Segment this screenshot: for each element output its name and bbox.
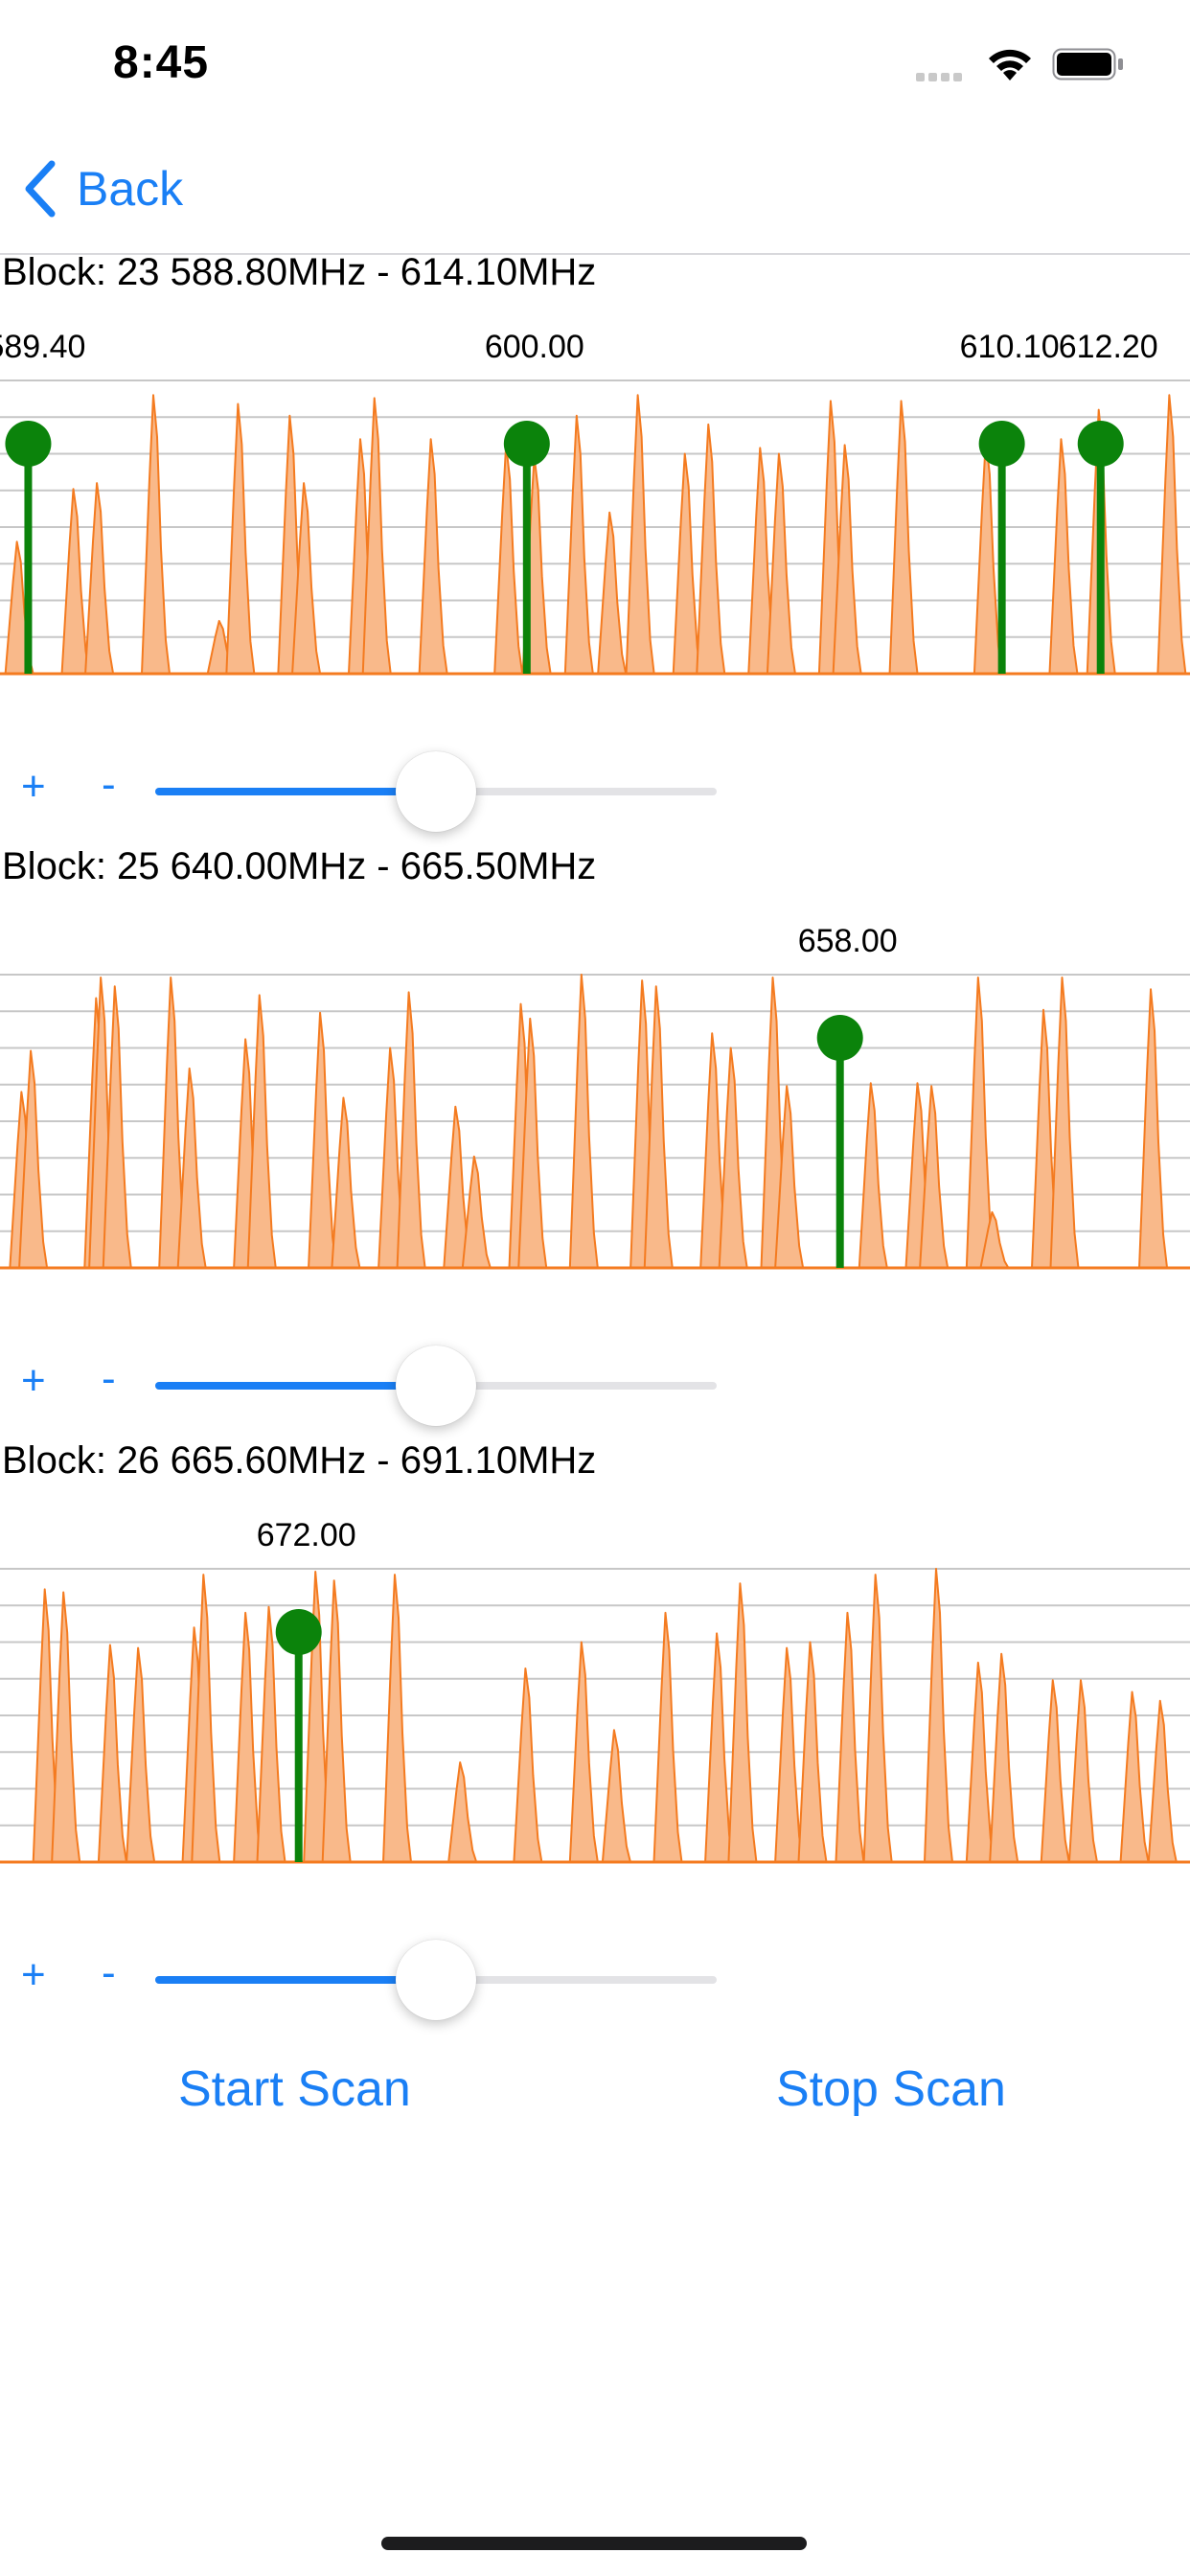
spectrum-peak — [704, 1632, 735, 1863]
spectrum-peak — [1040, 1679, 1070, 1863]
spectrum-peak — [84, 482, 115, 675]
spectrum-peak — [888, 400, 919, 675]
gain-slider[interactable] — [155, 1940, 717, 2020]
zoom-out-button[interactable]: - — [102, 1355, 116, 1403]
status-bar: 8:45 — [0, 0, 1190, 125]
spectrum-peak — [1048, 438, 1079, 675]
spectrum-peak — [1067, 1679, 1098, 1863]
cellular-signal-icon — [916, 69, 966, 86]
spectrum-peak — [727, 1582, 758, 1863]
marker-dot — [5, 421, 52, 467]
spectrum-peak — [625, 394, 655, 675]
wifi-icon — [989, 49, 1031, 80]
grid-lines — [0, 1568, 1190, 1827]
spectrum-peak — [126, 1646, 156, 1863]
spectrum-peak — [597, 511, 628, 675]
spectrum-peak — [1119, 1690, 1150, 1863]
marker-dot — [275, 1609, 322, 1655]
spectrum-peak — [418, 438, 448, 675]
spectrum-peak — [965, 1661, 995, 1863]
spectrum-chart[interactable]: 658.00 — [0, 906, 1190, 1308]
gain-control: + - — [0, 1336, 767, 1432]
spectrum-peak — [1156, 394, 1187, 675]
start-scan-button[interactable]: Start Scan — [178, 2060, 411, 2118]
stop-scan-button[interactable]: Stop Scan — [776, 2060, 1006, 2118]
peak-label: 589.40 — [0, 329, 85, 365]
spectrum-peak — [396, 991, 426, 1269]
peak-marker[interactable] — [1077, 421, 1124, 674]
navigation-bar: Back — [0, 125, 1190, 255]
chevron-left-icon — [25, 160, 56, 218]
gain-control: + - — [0, 742, 767, 838]
spectrum-plot: 589.40 600.00 610.10612.20 — [0, 329, 1190, 676]
spectrum-peak — [1138, 988, 1169, 1269]
slider-fill — [155, 788, 436, 795]
spectrum-peak — [774, 1646, 805, 1863]
spectrum-peak — [493, 444, 524, 675]
zoom-out-button[interactable]: - — [102, 761, 116, 809]
spectrum-peak — [51, 1591, 81, 1863]
block-title: Block: 25 640.00MHz - 665.50MHz — [2, 845, 597, 887]
slider-thumb[interactable] — [396, 751, 476, 832]
block-title: Block: 23 588.80MHz - 614.10MHz — [2, 251, 597, 293]
zoom-in-button[interactable]: + — [21, 1357, 46, 1405]
slider-fill — [155, 1382, 436, 1390]
zoom-in-button[interactable]: + — [21, 763, 46, 811]
spectrum-peak — [858, 1082, 888, 1269]
battery-icon — [1052, 48, 1123, 80]
back-label: Back — [77, 162, 184, 216]
marker-dot — [503, 421, 550, 467]
spectrum-peak — [97, 1644, 127, 1863]
spectrum-peak — [601, 1729, 631, 1863]
zoom-in-button[interactable]: + — [21, 1951, 46, 1999]
marker-dot — [978, 421, 1025, 467]
gain-slider[interactable] — [155, 1346, 717, 1426]
spectrum-chart[interactable]: 589.40 600.00 610.10612.20 — [0, 311, 1190, 714]
spectrum-peak — [447, 1760, 478, 1863]
spectrum-peak — [141, 394, 171, 675]
spectrum-peak — [973, 438, 1003, 675]
back-button[interactable]: Back — [21, 159, 183, 218]
spectrum-plot: 658.00 — [0, 923, 1190, 1270]
spectrum-peak — [331, 1096, 361, 1269]
peak-label: 600.00 — [485, 329, 584, 365]
spectrum-peak — [233, 1611, 263, 1863]
spectrum-peak — [696, 423, 726, 675]
home-indicator — [381, 2537, 807, 2550]
spectrum-peak — [1049, 977, 1080, 1269]
peak-label: 610.10 — [960, 329, 1060, 365]
marker-dot — [816, 1015, 863, 1061]
spectrum-plot: 672.00 — [0, 1517, 1190, 1864]
spectrum-peak — [989, 1652, 1019, 1863]
spectrum-peak — [513, 1668, 543, 1863]
spectrum-peak — [382, 1574, 412, 1863]
spectrum-peak — [652, 1611, 683, 1863]
peak-label: 672.00 — [257, 1517, 356, 1553]
grid-lines — [0, 380, 1190, 638]
peak-label: 612.20 — [1059, 329, 1158, 365]
slider-fill — [155, 1976, 436, 1984]
gain-slider[interactable] — [155, 751, 717, 832]
spectrum-peak — [1147, 1699, 1178, 1863]
slider-thumb[interactable] — [396, 1346, 476, 1426]
spectrum-chart[interactable]: 672.00 — [0, 1500, 1190, 1902]
spectrum-peak — [461, 1155, 492, 1269]
spectrum-peak — [835, 1611, 865, 1863]
spectrum-peak — [176, 1067, 207, 1269]
spectrum-peak — [862, 1574, 893, 1863]
status-time: 8:45 — [113, 37, 210, 88]
spectrum-peak — [321, 1579, 352, 1863]
spectrum-peak — [225, 402, 256, 675]
spectrum-peak — [60, 488, 91, 675]
marker-dot — [1077, 421, 1124, 467]
block-title: Block: 26 665.60MHz - 691.10MHz — [2, 1439, 597, 1482]
gain-control: + - — [0, 1930, 767, 2026]
peak-marker[interactable] — [816, 1015, 863, 1268]
slider-thumb[interactable] — [396, 1940, 476, 2020]
spectrum-peak — [308, 1011, 338, 1269]
zoom-out-button[interactable]: - — [102, 1949, 116, 1997]
peak-label: 658.00 — [798, 923, 898, 959]
